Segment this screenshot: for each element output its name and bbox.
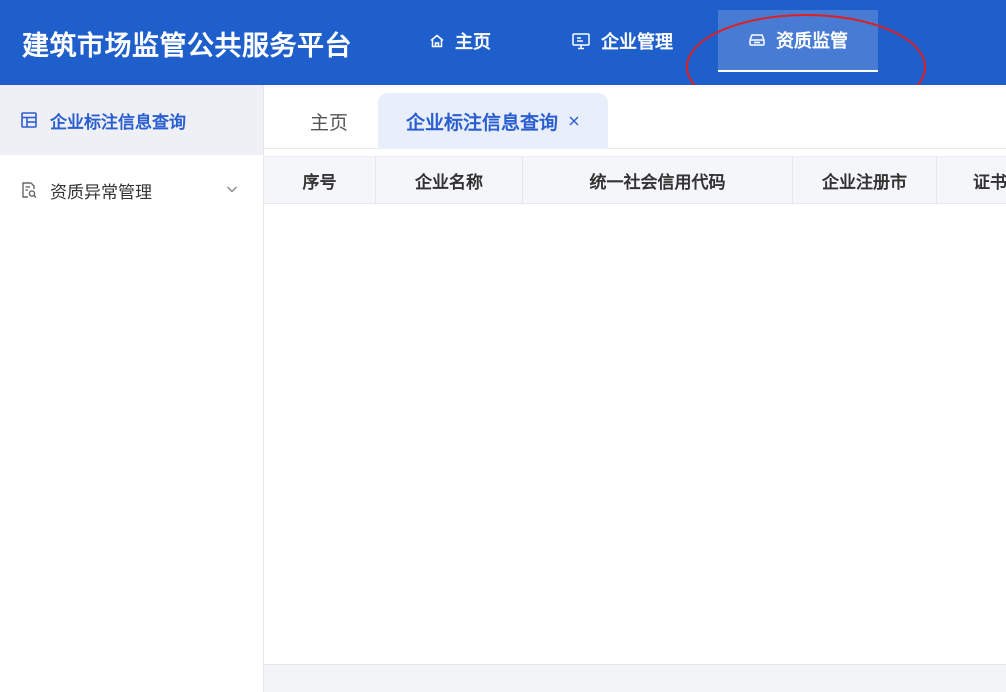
tab-label: 主页 (309, 111, 348, 134)
column-header-company-name[interactable]: 企业名称 (376, 157, 523, 203)
table-header: 序号 企业名称 统一社会信用代码 企业注册市 证书 (264, 156, 1006, 204)
inbox-icon (748, 32, 766, 48)
app-title: 建筑市场监管公共服务平台 (22, 31, 352, 62)
nav-qualification-label: 资质监管 (776, 31, 848, 52)
tab-enterprise-annotation-query[interactable]: 企业标注信息查询 (378, 93, 608, 149)
nav-company-label: 企业管理 (601, 32, 673, 53)
tab-label: 企业标注信息查询 (405, 111, 558, 134)
sidebar-item-label: 资质异常管理 (50, 182, 152, 203)
data-table: 序号 企业名称 统一社会信用代码 企业注册市 证书 (264, 149, 1006, 664)
sidebar-item-qualification-exception[interactable]: 资质异常管理 (0, 155, 263, 225)
sidebar-item-enterprise-annotation-query[interactable]: 企业标注信息查询 (0, 85, 263, 155)
top-header: 建筑市场监管公共服务平台 主页 企业管理 资质监管 (0, 0, 1006, 85)
column-header-credit-code[interactable]: 统一社会信用代码 (523, 157, 793, 203)
horizontal-scrollbar[interactable] (264, 664, 1006, 692)
monitor-icon (571, 32, 591, 50)
nav-home[interactable]: 主页 (410, 10, 510, 72)
nav-home-label: 主页 (455, 32, 491, 53)
document-search-icon (20, 181, 38, 199)
column-header-certificate[interactable]: 证书 (937, 157, 1006, 203)
chevron-down-icon[interactable] (225, 182, 239, 196)
sidebar-item-label: 企业标注信息查询 (50, 112, 186, 133)
sidebar: 企业标注信息查询 资质异常管理 (0, 85, 264, 692)
nav-company-management[interactable]: 企业管理 (552, 10, 692, 72)
column-header-index[interactable]: 序号 (264, 157, 376, 203)
tab-bar: 主页 企业标注信息查询 (264, 85, 1006, 149)
nav-qualification-supervision[interactable]: 资质监管 (718, 10, 878, 72)
column-header-registered-city[interactable]: 企业注册市 (793, 157, 937, 203)
tab-home[interactable]: 主页 (284, 93, 374, 149)
home-icon (429, 33, 445, 49)
close-icon[interactable] (568, 115, 580, 127)
table-icon (20, 111, 38, 129)
